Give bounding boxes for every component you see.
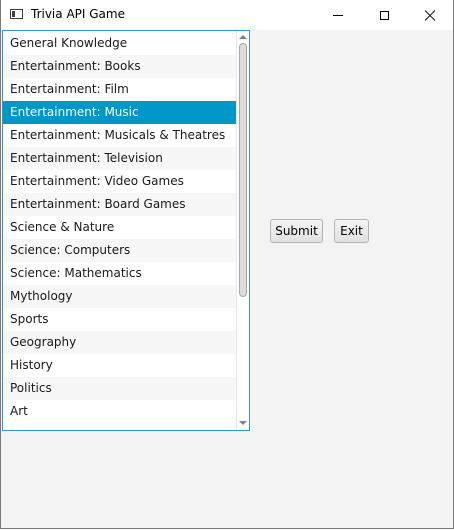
category-item[interactable]: Science & Nature [3, 216, 236, 239]
window-title: Trivia API Game [31, 7, 125, 21]
exit-button[interactable]: Exit [334, 219, 369, 243]
category-item[interactable]: General Knowledge [3, 32, 236, 55]
category-item[interactable]: Entertainment: Board Games [3, 193, 236, 216]
category-item[interactable]: Geography [3, 331, 236, 354]
title-bar[interactable]: Trivia API Game [1, 0, 453, 30]
category-item[interactable]: Politics [3, 377, 236, 400]
category-item[interactable]: Sports [3, 308, 236, 331]
category-item[interactable]: History [3, 354, 236, 377]
scroll-down-arrow-icon[interactable] [239, 421, 247, 425]
category-list[interactable]: General Knowledge Entertainment: Books E… [2, 30, 250, 431]
close-icon [424, 9, 436, 21]
category-item-selected[interactable]: Entertainment: Music [3, 101, 236, 124]
minimize-icon [333, 14, 343, 16]
app-window-icon [10, 9, 23, 19]
category-item[interactable]: Entertainment: Books [3, 55, 236, 78]
category-item[interactable]: Mythology [3, 285, 236, 308]
category-item[interactable]: Entertainment: Video Games [3, 170, 236, 193]
category-item[interactable]: Art [3, 400, 236, 423]
maximize-button[interactable] [361, 0, 407, 30]
category-item[interactable]: Entertainment: Musicals & Theatres [3, 124, 236, 147]
category-item[interactable]: Entertainment: Television [3, 147, 236, 170]
category-item[interactable]: Entertainment: Film [3, 78, 236, 101]
vertical-scrollbar[interactable] [236, 31, 249, 430]
close-button[interactable] [407, 0, 453, 30]
minimize-button[interactable] [315, 0, 361, 30]
scroll-up-arrow-icon[interactable] [239, 35, 247, 39]
scrollbar-thumb[interactable] [239, 43, 247, 297]
maximize-icon [379, 10, 389, 20]
category-item[interactable]: Science: Mathematics [3, 262, 236, 285]
category-item[interactable]: Science: Computers [3, 239, 236, 262]
submit-button[interactable]: Submit [270, 219, 323, 243]
app-window: Trivia API Game General Knowledge Entert… [0, 0, 454, 529]
